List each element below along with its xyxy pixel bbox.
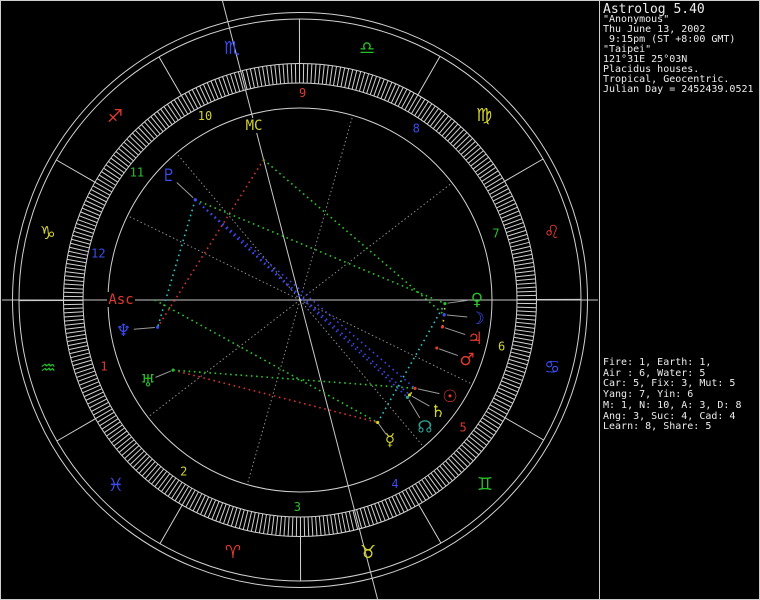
- window-border: [0, 0, 760, 600]
- astrolog-window: ♈ ♉ ♊ ♋ ♌ ♍ ♎ ♏ ♐ ♑ ♒ ♓ 1 2 3 4 5 6 7 8 9 10 11 12 ☉ ☽ ☿ ♀ ♂ ♃ ♄ ♅ ♆ ♇ ☊…: [0, 0, 760, 600]
